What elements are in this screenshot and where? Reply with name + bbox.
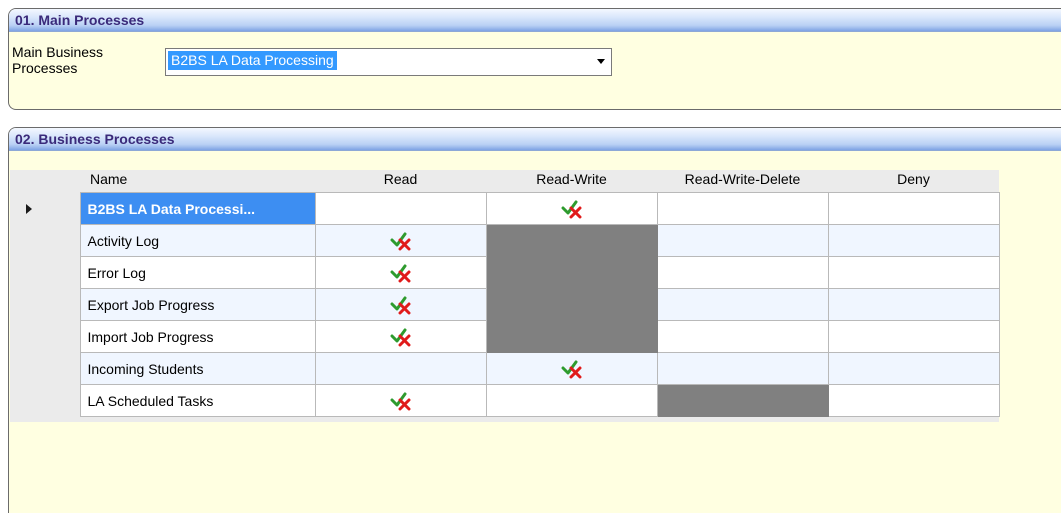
check-cross-icon	[390, 295, 412, 314]
row-selector[interactable]	[18, 384, 80, 417]
permission-cell-read-write	[485, 224, 658, 257]
table-row[interactable]: Incoming Students	[18, 352, 1000, 385]
selected-process-value: B2BS LA Data Processing	[168, 51, 337, 70]
check-cross-icon	[561, 199, 583, 218]
column-header-read-write[interactable]: Read-Write	[486, 166, 657, 193]
permission-cell-read-write-delete[interactable]	[656, 320, 829, 353]
process-name-cell[interactable]: Incoming Students	[79, 352, 316, 385]
permissions-grid: Name Read Read-Write Read-Write-Delete D…	[18, 166, 1000, 417]
row-pointer-icon	[26, 203, 32, 214]
column-header-read[interactable]: Read	[315, 166, 486, 193]
row-selector[interactable]	[18, 192, 80, 225]
permission-cell-read[interactable]	[314, 256, 487, 289]
process-name-cell[interactable]: Import Job Progress	[79, 320, 316, 353]
permission-cell-deny[interactable]	[827, 256, 1000, 289]
table-row[interactable]: B2BS LA Data Processi...	[18, 192, 1000, 225]
permission-cell-read[interactable]	[314, 224, 487, 257]
permission-cell-read-write-delete[interactable]	[656, 288, 829, 321]
permission-cell-read-write-delete	[656, 384, 829, 417]
table-row[interactable]: Export Job Progress	[18, 288, 1000, 321]
check-cross-icon	[390, 263, 412, 282]
row-selector-header	[18, 166, 80, 193]
permission-cell-read-write	[485, 320, 658, 353]
process-name-cell[interactable]: LA Scheduled Tasks	[79, 384, 316, 417]
business-processes-header[interactable]: 02. Business Processes	[9, 128, 1061, 151]
row-selector[interactable]	[18, 288, 80, 321]
permission-cell-deny[interactable]	[827, 352, 1000, 385]
permission-cell-read-write	[485, 288, 658, 321]
permission-cell-read-write[interactable]	[485, 352, 658, 385]
permission-cell-deny[interactable]	[827, 192, 1000, 225]
row-selector[interactable]	[18, 224, 80, 257]
permission-cell-deny[interactable]	[827, 288, 1000, 321]
table-row[interactable]: LA Scheduled Tasks	[18, 384, 1000, 417]
permission-cell-deny[interactable]	[827, 224, 1000, 257]
permission-cell-deny[interactable]	[827, 384, 1000, 417]
permission-cell-read[interactable]	[314, 288, 487, 321]
check-cross-icon	[390, 391, 412, 410]
table-row[interactable]: Activity Log	[18, 224, 1000, 257]
permission-cell-read-write-delete[interactable]	[656, 256, 829, 289]
permission-cell-read-write-delete[interactable]	[656, 224, 829, 257]
permission-cell-read-write[interactable]	[485, 192, 658, 225]
check-cross-icon	[390, 231, 412, 250]
main-business-processes-label: Main Business Processes	[12, 44, 104, 76]
row-selector[interactable]	[18, 352, 80, 385]
permission-cell-read[interactable]	[314, 352, 487, 385]
check-cross-icon	[390, 327, 412, 346]
main-processes-header[interactable]: 01. Main Processes	[9, 9, 1061, 32]
permission-cell-read[interactable]	[314, 320, 487, 353]
row-selector[interactable]	[18, 320, 80, 353]
column-header-deny[interactable]: Deny	[828, 166, 999, 193]
table-row[interactable]: Error Log	[18, 256, 1000, 289]
process-name-cell[interactable]: Error Log	[79, 256, 316, 289]
row-selector[interactable]	[18, 256, 80, 289]
process-name-cell[interactable]: B2BS LA Data Processi...	[79, 192, 316, 225]
process-name-cell[interactable]: Activity Log	[79, 224, 316, 257]
process-name-cell[interactable]: Export Job Progress	[79, 288, 316, 321]
permission-cell-read-write-delete[interactable]	[656, 352, 829, 385]
column-header-name[interactable]: Name	[80, 166, 315, 193]
permission-cell-read-write	[485, 256, 658, 289]
permission-cell-read[interactable]	[314, 384, 487, 417]
main-business-process-select[interactable]: B2BS LA Data Processing	[165, 48, 612, 76]
column-header-read-write-delete[interactable]: Read-Write-Delete	[657, 166, 828, 193]
permission-cell-deny[interactable]	[827, 320, 1000, 353]
permission-cell-read-write[interactable]	[485, 384, 658, 417]
check-cross-icon	[561, 359, 583, 378]
table-row[interactable]: Import Job Progress	[18, 320, 1000, 353]
chevron-down-icon[interactable]	[597, 59, 605, 64]
permission-cell-read-write-delete[interactable]	[656, 192, 829, 225]
permission-cell-read[interactable]	[314, 192, 487, 225]
